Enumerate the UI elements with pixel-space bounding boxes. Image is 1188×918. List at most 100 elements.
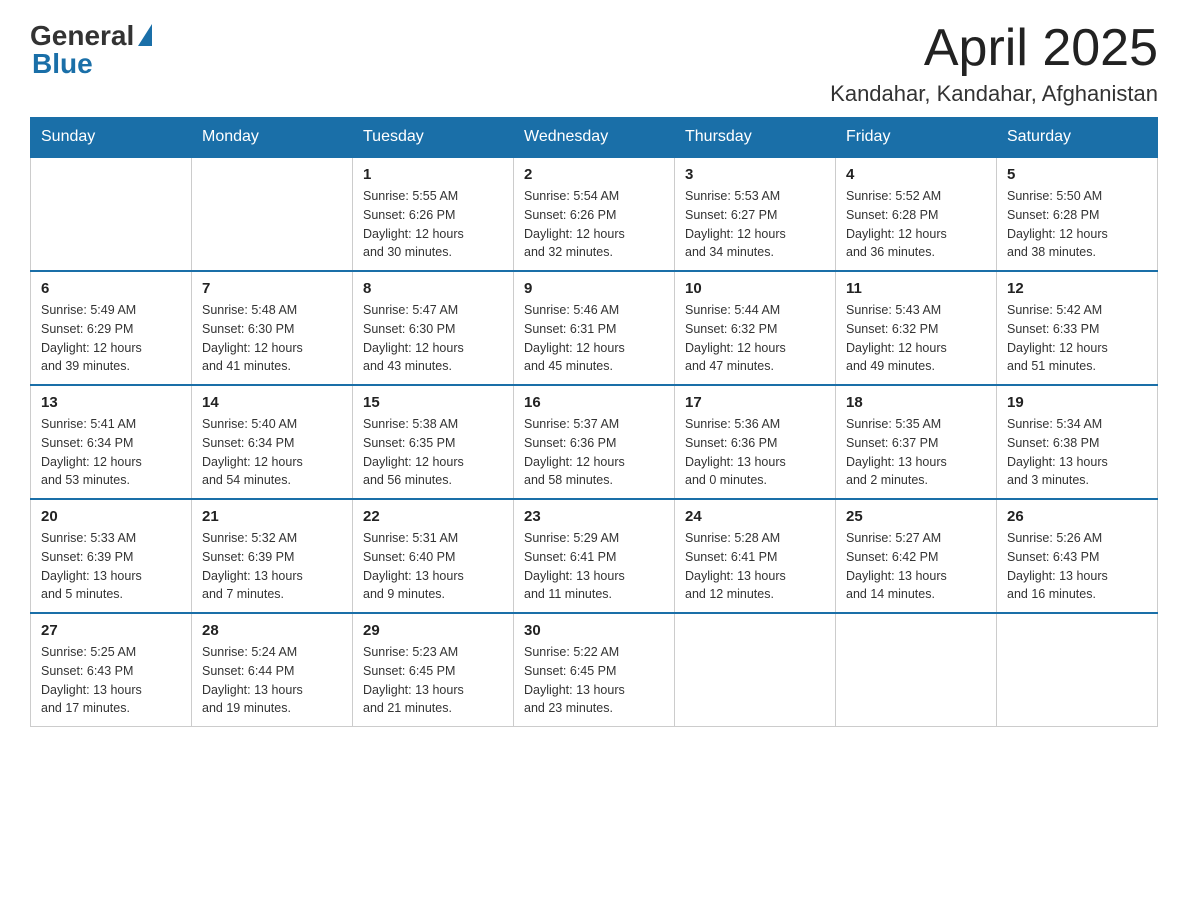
calendar-cell: 21 Sunrise: 5:32 AM Sunset: 6:39 PM Dayli… (192, 499, 353, 613)
day-number: 10 (685, 280, 825, 297)
day-number: 4 (846, 166, 986, 183)
day-number: 6 (41, 280, 181, 297)
week-row-4: 20 Sunrise: 5:33 AM Sunset: 6:39 PM Dayli… (31, 499, 1158, 613)
day-info: Sunrise: 5:25 AM Sunset: 6:43 PM Dayligh… (41, 643, 181, 718)
calendar-cell: 4 Sunrise: 5:52 AM Sunset: 6:28 PM Daylig… (836, 157, 997, 271)
day-number: 24 (685, 508, 825, 525)
day-info: Sunrise: 5:31 AM Sunset: 6:40 PM Dayligh… (363, 529, 503, 604)
calendar-cell: 28 Sunrise: 5:24 AM Sunset: 6:44 PM Dayli… (192, 613, 353, 727)
calendar-cell (836, 613, 997, 727)
day-info: Sunrise: 5:28 AM Sunset: 6:41 PM Dayligh… (685, 529, 825, 604)
day-number: 9 (524, 280, 664, 297)
day-info: Sunrise: 5:46 AM Sunset: 6:31 PM Dayligh… (524, 301, 664, 376)
calendar-cell: 8Sunrise: 5:47 AM Sunset: 6:30 PM Daylig… (353, 271, 514, 385)
day-info: Sunrise: 5:38 AM Sunset: 6:35 PM Dayligh… (363, 415, 503, 490)
day-info: Sunrise: 5:42 AM Sunset: 6:33 PM Dayligh… (1007, 301, 1147, 376)
day-info: Sunrise: 5:52 AM Sunset: 6:28 PM Dayligh… (846, 187, 986, 262)
day-info: Sunrise: 5:47 AM Sunset: 6:30 PM Dayligh… (363, 301, 503, 376)
day-info: Sunrise: 5:40 AM Sunset: 6:34 PM Dayligh… (202, 415, 342, 490)
day-number: 17 (685, 394, 825, 411)
weekday-header-thursday: Thursday (675, 118, 836, 158)
day-info: Sunrise: 5:32 AM Sunset: 6:39 PM Dayligh… (202, 529, 342, 604)
weekday-header-row: SundayMondayTuesdayWednesdayThursdayFrid… (31, 118, 1158, 158)
day-number: 27 (41, 622, 181, 639)
calendar-cell: 30Sunrise: 5:22 AM Sunset: 6:45 PM Dayli… (514, 613, 675, 727)
day-number: 1 (363, 166, 503, 183)
day-info: Sunrise: 5:43 AM Sunset: 6:32 PM Dayligh… (846, 301, 986, 376)
day-number: 26 (1007, 508, 1147, 525)
day-number: 3 (685, 166, 825, 183)
day-info: Sunrise: 5:48 AM Sunset: 6:30 PM Dayligh… (202, 301, 342, 376)
weekday-header-sunday: Sunday (31, 118, 192, 158)
calendar-cell (31, 157, 192, 271)
day-info: Sunrise: 5:50 AM Sunset: 6:28 PM Dayligh… (1007, 187, 1147, 262)
calendar-cell: 12 Sunrise: 5:42 AM Sunset: 6:33 PM Dayli… (997, 271, 1158, 385)
calendar-cell: 1 Sunrise: 5:55 AM Sunset: 6:26 PM Daylig… (353, 157, 514, 271)
logo-blue-text: Blue (32, 48, 93, 80)
title-section: April 2025 Kandahar, Kandahar, Afghanist… (830, 20, 1158, 107)
calendar-cell: 6 Sunrise: 5:49 AM Sunset: 6:29 PM Daylig… (31, 271, 192, 385)
calendar-cell: 26Sunrise: 5:26 AM Sunset: 6:43 PM Dayli… (997, 499, 1158, 613)
day-info: Sunrise: 5:53 AM Sunset: 6:27 PM Dayligh… (685, 187, 825, 262)
calendar-cell: 23Sunrise: 5:29 AM Sunset: 6:41 PM Dayli… (514, 499, 675, 613)
day-number: 22 (363, 508, 503, 525)
day-info: Sunrise: 5:33 AM Sunset: 6:39 PM Dayligh… (41, 529, 181, 604)
calendar-table: SundayMondayTuesdayWednesdayThursdayFrid… (30, 117, 1158, 727)
calendar-cell: 10 Sunrise: 5:44 AM Sunset: 6:32 PM Dayli… (675, 271, 836, 385)
calendar-cell: 16 Sunrise: 5:37 AM Sunset: 6:36 PM Dayli… (514, 385, 675, 499)
calendar-cell: 2Sunrise: 5:54 AM Sunset: 6:26 PM Daylig… (514, 157, 675, 271)
week-row-5: 27 Sunrise: 5:25 AM Sunset: 6:43 PM Dayli… (31, 613, 1158, 727)
week-row-1: 1 Sunrise: 5:55 AM Sunset: 6:26 PM Daylig… (31, 157, 1158, 271)
day-info: Sunrise: 5:22 AM Sunset: 6:45 PM Dayligh… (524, 643, 664, 718)
day-number: 25 (846, 508, 986, 525)
logo: General Blue (30, 20, 152, 80)
day-number: 29 (363, 622, 503, 639)
weekday-header-tuesday: Tuesday (353, 118, 514, 158)
day-number: 11 (846, 280, 986, 297)
day-number: 21 (202, 508, 342, 525)
calendar-cell: 3 Sunrise: 5:53 AM Sunset: 6:27 PM Daylig… (675, 157, 836, 271)
calendar-cell: 9 Sunrise: 5:46 AM Sunset: 6:31 PM Daylig… (514, 271, 675, 385)
day-info: Sunrise: 5:44 AM Sunset: 6:32 PM Dayligh… (685, 301, 825, 376)
day-info: Sunrise: 5:54 AM Sunset: 6:26 PM Dayligh… (524, 187, 664, 262)
month-title: April 2025 (830, 20, 1158, 77)
calendar-cell: 15 Sunrise: 5:38 AM Sunset: 6:35 PM Dayli… (353, 385, 514, 499)
day-number: 16 (524, 394, 664, 411)
calendar-cell: 18 Sunrise: 5:35 AM Sunset: 6:37 PM Dayli… (836, 385, 997, 499)
calendar-cell: 27 Sunrise: 5:25 AM Sunset: 6:43 PM Dayli… (31, 613, 192, 727)
day-number: 7 (202, 280, 342, 297)
day-info: Sunrise: 5:23 AM Sunset: 6:45 PM Dayligh… (363, 643, 503, 718)
week-row-3: 13 Sunrise: 5:41 AM Sunset: 6:34 PM Dayli… (31, 385, 1158, 499)
logo-triangle-icon (138, 24, 152, 46)
day-number: 19 (1007, 394, 1147, 411)
week-row-2: 6 Sunrise: 5:49 AM Sunset: 6:29 PM Daylig… (31, 271, 1158, 385)
day-info: Sunrise: 5:37 AM Sunset: 6:36 PM Dayligh… (524, 415, 664, 490)
day-number: 12 (1007, 280, 1147, 297)
day-number: 13 (41, 394, 181, 411)
day-info: Sunrise: 5:55 AM Sunset: 6:26 PM Dayligh… (363, 187, 503, 262)
calendar-cell: 24 Sunrise: 5:28 AM Sunset: 6:41 PM Dayli… (675, 499, 836, 613)
weekday-header-saturday: Saturday (997, 118, 1158, 158)
calendar-cell (192, 157, 353, 271)
day-info: Sunrise: 5:24 AM Sunset: 6:44 PM Dayligh… (202, 643, 342, 718)
day-info: Sunrise: 5:34 AM Sunset: 6:38 PM Dayligh… (1007, 415, 1147, 490)
calendar-cell: 5 Sunrise: 5:50 AM Sunset: 6:28 PM Daylig… (997, 157, 1158, 271)
weekday-header-monday: Monday (192, 118, 353, 158)
weekday-header-friday: Friday (836, 118, 997, 158)
day-number: 14 (202, 394, 342, 411)
day-info: Sunrise: 5:49 AM Sunset: 6:29 PM Dayligh… (41, 301, 181, 376)
location-subtitle: Kandahar, Kandahar, Afghanistan (830, 81, 1158, 107)
day-number: 18 (846, 394, 986, 411)
calendar-cell: 29 Sunrise: 5:23 AM Sunset: 6:45 PM Dayli… (353, 613, 514, 727)
day-info: Sunrise: 5:41 AM Sunset: 6:34 PM Dayligh… (41, 415, 181, 490)
calendar-cell: 19 Sunrise: 5:34 AM Sunset: 6:38 PM Dayli… (997, 385, 1158, 499)
calendar-cell: 17Sunrise: 5:36 AM Sunset: 6:36 PM Dayli… (675, 385, 836, 499)
calendar-cell: 22 Sunrise: 5:31 AM Sunset: 6:40 PM Dayli… (353, 499, 514, 613)
calendar-cell: 25Sunrise: 5:27 AM Sunset: 6:42 PM Dayli… (836, 499, 997, 613)
page-header: General Blue April 2025 Kandahar, Kandah… (30, 20, 1158, 107)
day-number: 15 (363, 394, 503, 411)
day-number: 5 (1007, 166, 1147, 183)
day-info: Sunrise: 5:35 AM Sunset: 6:37 PM Dayligh… (846, 415, 986, 490)
day-number: 28 (202, 622, 342, 639)
day-number: 20 (41, 508, 181, 525)
